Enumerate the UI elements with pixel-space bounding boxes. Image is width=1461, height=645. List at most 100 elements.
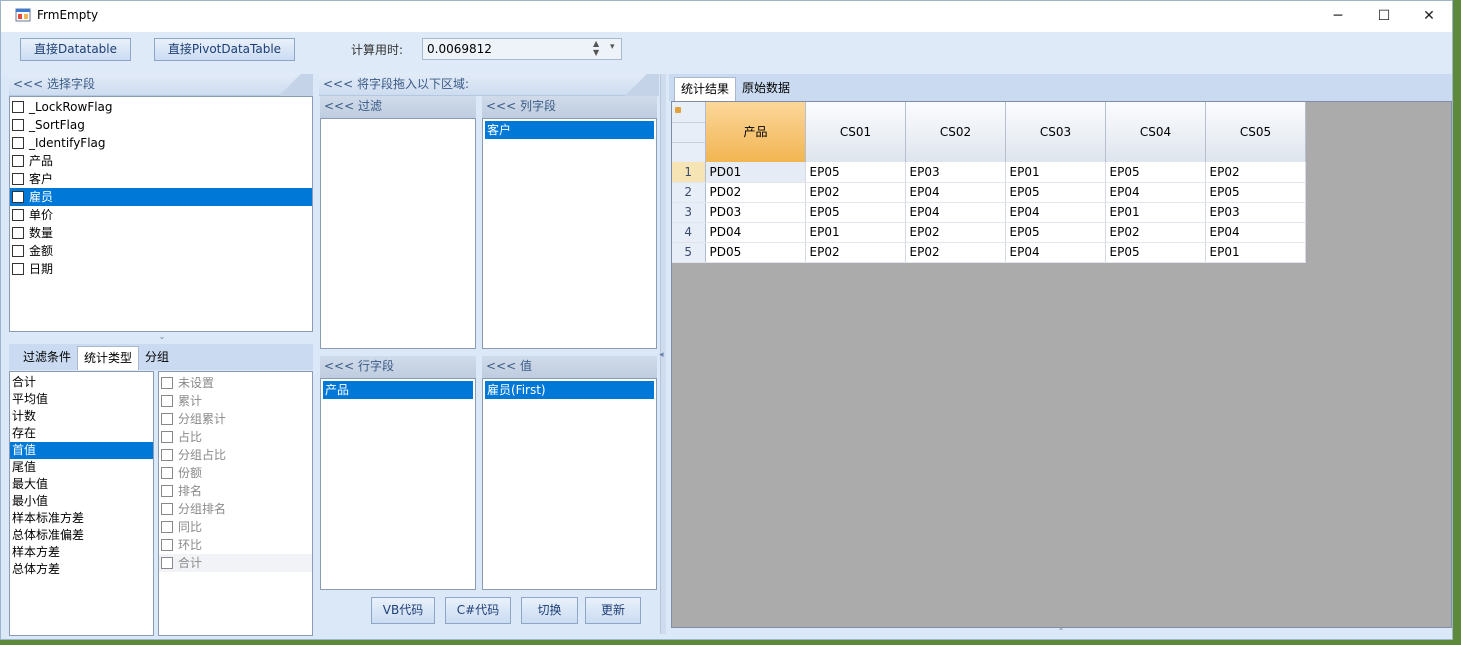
columns-zone-item[interactable]: 客户 <box>485 121 654 139</box>
checkbox[interactable] <box>161 521 173 533</box>
grid-cell[interactable]: EP04 <box>1005 202 1106 223</box>
calc-time-field[interactable]: 0.0069812 ▲ ▼ ▾ <box>422 38 622 60</box>
bottom-splitter-handle[interactable]: ⌃ <box>1051 628 1071 636</box>
checkbox[interactable] <box>12 155 24 167</box>
grid-cell[interactable]: EP04 <box>905 202 1006 223</box>
grid-cell[interactable]: EP02 <box>805 182 906 203</box>
stat-type-item[interactable]: 样本方差 <box>10 544 153 561</box>
grid-cell[interactable]: EP02 <box>1105 222 1206 243</box>
stat-type-item[interactable]: 平均值 <box>10 391 153 408</box>
stat-type-item[interactable]: 计数 <box>10 408 153 425</box>
stat-type-item[interactable]: 样本标准方差 <box>10 510 153 527</box>
grid-column-header[interactable]: 产品 <box>706 102 806 162</box>
lower-tab[interactable]: 过滤条件 <box>17 346 77 370</box>
values-zone[interactable]: 雇员(First) <box>482 378 657 590</box>
group-option-item[interactable]: 合计 <box>159 554 312 572</box>
grid-cell[interactable]: EP03 <box>1205 202 1306 223</box>
grid-column-header[interactable]: CS04 <box>1106 102 1206 162</box>
grid-cell[interactable]: PD01 <box>705 162 806 183</box>
grid-cell[interactable]: EP04 <box>1205 222 1306 243</box>
grid-cell[interactable]: EP05 <box>1205 182 1306 203</box>
grid-cell[interactable]: EP01 <box>1105 202 1206 223</box>
field-item[interactable]: 日期 <box>10 260 312 278</box>
filter-zone[interactable] <box>320 118 476 349</box>
field-item[interactable]: 客户 <box>10 170 312 188</box>
grid-cell[interactable]: EP01 <box>1205 242 1306 263</box>
csharp-code-button[interactable]: C#代码 <box>445 597 511 624</box>
grid-cell[interactable]: PD05 <box>705 242 806 263</box>
grid-cell[interactable]: PD02 <box>705 182 806 203</box>
checkbox[interactable] <box>161 467 173 479</box>
row-number[interactable]: 1 <box>672 162 706 183</box>
checkbox[interactable] <box>12 137 24 149</box>
grid-cell[interactable]: EP01 <box>1005 162 1106 183</box>
checkbox[interactable] <box>12 227 24 239</box>
grid-cell[interactable]: EP02 <box>1205 162 1306 183</box>
stat-type-item[interactable]: 尾值 <box>10 459 153 476</box>
group-option-item[interactable]: 累计 <box>159 392 312 410</box>
group-option-item[interactable]: 分组占比 <box>159 446 312 464</box>
rows-zone[interactable]: 产品 <box>320 378 476 590</box>
checkbox[interactable] <box>12 209 24 221</box>
checkbox[interactable] <box>12 101 24 113</box>
group-option-item[interactable]: 同比 <box>159 518 312 536</box>
group-option-item[interactable]: 分组排名 <box>159 500 312 518</box>
grid-cell[interactable]: EP03 <box>905 162 1006 183</box>
checkbox[interactable] <box>161 503 173 515</box>
collapse-handle[interactable]: ◂ <box>659 345 667 365</box>
checkbox[interactable] <box>12 245 24 257</box>
stat-type-item[interactable]: 最大值 <box>10 476 153 493</box>
lower-tab[interactable]: 统计类型 <box>77 346 140 370</box>
grid-corner[interactable] <box>672 102 706 162</box>
group-option-item[interactable]: 排名 <box>159 482 312 500</box>
grid-cell[interactable]: EP05 <box>805 162 906 183</box>
direct-datatable-button[interactable]: 直接Datatable <box>20 38 131 61</box>
checkbox[interactable] <box>161 449 173 461</box>
splitter-handle[interactable]: ⌄ <box>151 333 173 341</box>
field-item[interactable]: _SortFlag <box>10 116 312 134</box>
checkbox[interactable] <box>12 263 24 275</box>
result-tab[interactable]: 原始数据 <box>736 77 796 101</box>
table-row[interactable]: 5 PD05 EP02 EP02 EP04 EP05 EP01 <box>672 242 1306 263</box>
group-option-list[interactable]: 未设置 累计 分组累计 占比 分组占比 份额 排名 分组排名 同比 环比 合计 <box>158 371 313 636</box>
row-number[interactable]: 4 <box>672 222 706 243</box>
result-grid[interactable]: 1 PD01 EP05 EP03 EP01 EP05 EP02 2 PD02 EP02 EP04 EP… <box>672 162 1306 263</box>
checkbox[interactable] <box>161 539 173 551</box>
row-number[interactable]: 3 <box>672 202 706 223</box>
checkbox[interactable] <box>161 395 173 407</box>
vb-code-button[interactable]: VB代码 <box>371 597 435 624</box>
grid-cell[interactable]: EP04 <box>905 182 1006 203</box>
group-option-item[interactable]: 分组累计 <box>159 410 312 428</box>
group-option-item[interactable]: 环比 <box>159 536 312 554</box>
checkbox[interactable] <box>12 191 24 203</box>
spin-icon[interactable]: ▲ ▼ <box>593 39 599 57</box>
grid-column-header[interactable]: CS02 <box>906 102 1006 162</box>
stat-type-item[interactable]: 合计 <box>10 374 153 391</box>
grid-cell[interactable]: EP05 <box>1005 182 1106 203</box>
field-item[interactable]: 数量 <box>10 224 312 242</box>
checkbox[interactable] <box>161 413 173 425</box>
table-row[interactable]: 3 PD03 EP05 EP04 EP04 EP01 EP03 <box>672 202 1306 223</box>
table-row[interactable]: 1 PD01 EP05 EP03 EP01 EP05 EP02 <box>672 162 1306 183</box>
stat-type-item[interactable]: 存在 <box>10 425 153 442</box>
columns-zone[interactable]: 客户 <box>482 118 657 349</box>
row-number[interactable]: 5 <box>672 242 706 263</box>
table-row[interactable]: 4 PD04 EP01 EP02 EP05 EP02 EP04 <box>672 222 1306 243</box>
checkbox[interactable] <box>161 431 173 443</box>
lower-tab[interactable]: 分组 <box>139 346 175 370</box>
chevron-down-icon[interactable]: ▾ <box>610 42 615 52</box>
fields-list[interactable]: _LockRowFlag _SortFlag _IdentifyFlag 产品 客户 雇员… <box>9 96 313 332</box>
stat-type-item[interactable]: 总体标准偏差 <box>10 527 153 544</box>
group-option-item[interactable]: 占比 <box>159 428 312 446</box>
close-button[interactable]: ✕ <box>1406 1 1452 32</box>
checkbox[interactable] <box>12 173 24 185</box>
direct-pivot-datatable-button[interactable]: 直接PivotDataTable <box>154 38 295 61</box>
table-row[interactable]: 2 PD02 EP02 EP04 EP05 EP04 EP05 <box>672 182 1306 203</box>
update-button[interactable]: 更新 <box>585 597 641 624</box>
grid-cell[interactable]: EP05 <box>1005 222 1106 243</box>
field-item[interactable]: _LockRowFlag <box>10 98 312 116</box>
field-item[interactable]: 金额 <box>10 242 312 260</box>
checkbox[interactable] <box>161 377 173 389</box>
field-item[interactable]: 单价 <box>10 206 312 224</box>
grid-cell[interactable]: EP04 <box>1105 182 1206 203</box>
